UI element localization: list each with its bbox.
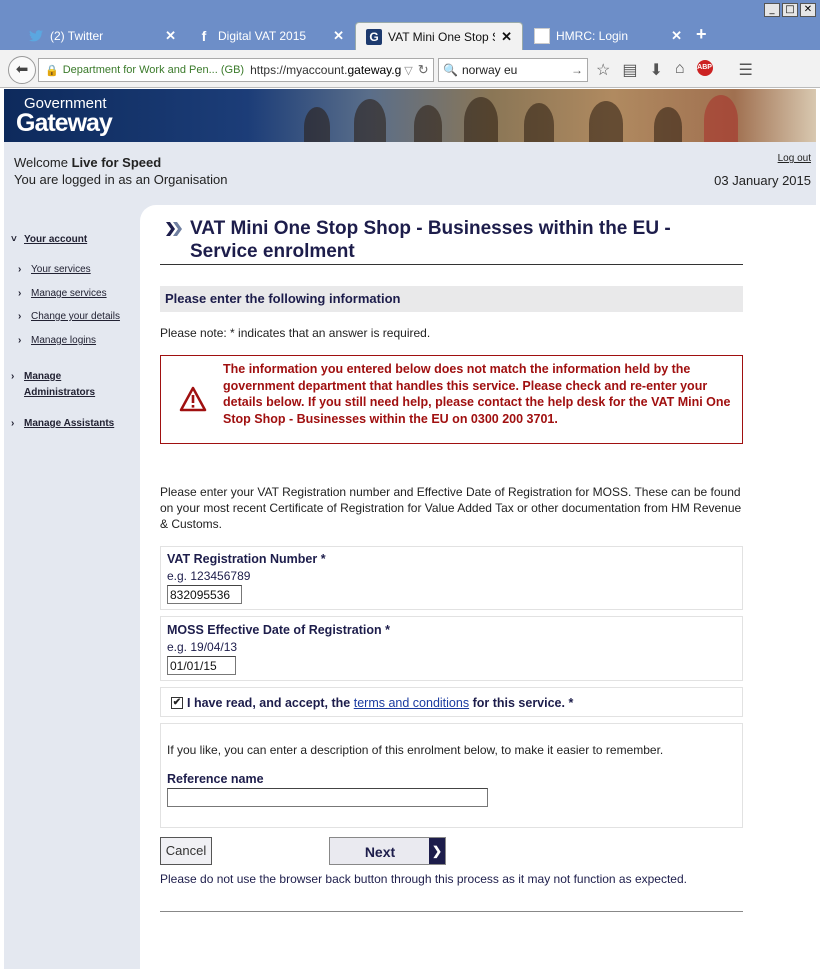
terms-checkbox[interactable]: ✔ bbox=[171, 697, 183, 709]
new-tab-icon[interactable]: + bbox=[696, 24, 707, 45]
reference-name-label: Reference name bbox=[167, 772, 264, 786]
tab-close-icon[interactable]: ✕ bbox=[501, 29, 512, 45]
current-date: 03 January 2015 bbox=[714, 173, 811, 188]
search-icon: 🔍 bbox=[443, 63, 458, 77]
twitter-icon bbox=[28, 28, 44, 44]
search-input[interactable]: norway eu bbox=[462, 63, 517, 77]
vat-registration-field: VAT Registration Number * e.g. 123456789 bbox=[160, 546, 743, 610]
minimize-icon[interactable]: _ bbox=[764, 3, 780, 17]
url-bar[interactable]: 🔒 Department for Work and Pen... (GB) ht… bbox=[38, 58, 434, 82]
moss-date-input[interactable] bbox=[167, 656, 236, 675]
tab-close-icon[interactable]: ✕ bbox=[333, 28, 344, 44]
moss-date-label: MOSS Effective Date of Registration * bbox=[167, 623, 390, 637]
terms-row: ✔ I have read, and accept, the terms and… bbox=[160, 687, 743, 717]
close-window-icon[interactable]: ✕ bbox=[800, 3, 816, 17]
back-arrow-icon[interactable]: ⬅ bbox=[8, 56, 36, 84]
logo-text-gateway: Gateway bbox=[16, 109, 113, 137]
sidebar-item-change-details[interactable]: › Change your details bbox=[18, 311, 120, 322]
search-go-arrow-icon[interactable]: → bbox=[571, 63, 583, 77]
tab-twitter[interactable]: (2) Twitter ✕ bbox=[18, 22, 186, 50]
maximize-icon[interactable]: □ bbox=[782, 3, 798, 17]
chevron-right-icon: › bbox=[11, 418, 15, 429]
chevron-right-icon: ❯ bbox=[429, 838, 445, 864]
chevron-right-icon: › bbox=[18, 311, 22, 322]
sidebar-item-manage-logins[interactable]: › Manage logins bbox=[18, 335, 96, 346]
sidebar-item-your-account[interactable]: ˅ Your account bbox=[11, 234, 87, 245]
reference-name-input[interactable] bbox=[167, 788, 488, 807]
facebook-icon: f bbox=[201, 28, 207, 44]
window-titlebar: _ □ ✕ bbox=[0, 0, 820, 22]
menu-hamburger-icon[interactable]: ☰ bbox=[739, 60, 753, 80]
home-icon[interactable]: ⌂ bbox=[675, 60, 685, 80]
chevron-right-icon: › bbox=[18, 335, 22, 346]
page-body: Government Gateway Welcome Live for Spee… bbox=[4, 89, 816, 969]
adblock-plus-icon[interactable]: ABP bbox=[696, 60, 713, 76]
back-button-warning: Please do not use the browser back butto… bbox=[160, 872, 687, 886]
site-identity[interactable]: Department for Work and Pen... (GB) bbox=[63, 64, 244, 76]
vat-registration-input[interactable] bbox=[167, 585, 242, 604]
reference-field: If you like, you can enter a description… bbox=[160, 723, 743, 828]
download-arrow-icon[interactable]: ⬇ bbox=[649, 60, 662, 80]
required-note: Please note: * indicates that an answer … bbox=[160, 326, 431, 340]
intro-text: Please enter your VAT Registration numbe… bbox=[160, 485, 742, 531]
tab-digital-vat[interactable]: f Digital VAT 2015 ✕ bbox=[186, 22, 354, 50]
main-content: VAT Mini One Stop Shop - Businesses with… bbox=[140, 205, 816, 969]
error-box: The information you entered below does n… bbox=[160, 355, 743, 444]
moss-date-field: MOSS Effective Date of Registration * e.… bbox=[160, 616, 743, 681]
tab-hmrc-login[interactable]: HMRC: Login ✕ bbox=[524, 22, 692, 50]
tab-close-icon[interactable]: ✕ bbox=[165, 28, 176, 44]
sidebar-item-manage-administrators[interactable]: › Manage Administrators bbox=[11, 369, 95, 401]
reading-list-icon[interactable]: ▤ bbox=[622, 60, 637, 80]
title-divider bbox=[160, 264, 743, 265]
tab-close-icon[interactable]: ✕ bbox=[671, 28, 682, 44]
gateway-icon: G bbox=[366, 28, 382, 45]
tab-vat-moss[interactable]: G VAT Mini One Stop S... ✕ bbox=[355, 22, 523, 50]
warning-triangle-icon bbox=[179, 386, 207, 412]
search-bar[interactable]: 🔍 norway eu → bbox=[438, 58, 588, 82]
padlock-icon: 🔒 bbox=[45, 64, 59, 77]
sidebar-item-manage-assistants[interactable]: › Manage Assistants bbox=[11, 418, 114, 429]
bookmark-star-icon[interactable]: ☆ bbox=[596, 60, 610, 80]
sidebar-item-manage-services[interactable]: › Manage services bbox=[18, 288, 107, 299]
page-title: VAT Mini One Stop Shop - Businesses with… bbox=[190, 218, 671, 262]
chevron-right-icon: › bbox=[18, 264, 22, 275]
next-button[interactable]: Next ❯ bbox=[329, 837, 446, 865]
chevron-down-icon: ˅ bbox=[11, 234, 17, 245]
welcome-message: Welcome Live for Speed bbox=[14, 155, 162, 170]
vat-registration-hint: e.g. 123456789 bbox=[167, 569, 251, 583]
logged-in-status: You are logged in as an Organisation bbox=[14, 172, 228, 187]
url-text[interactable]: https://myaccount.gateway.g bbox=[250, 63, 401, 77]
navigation-bar: ⬅ 🔒 Department for Work and Pen... (GB) … bbox=[0, 50, 820, 88]
error-message: The information you entered below does n… bbox=[223, 362, 731, 426]
moss-date-hint: e.g. 19/04/13 bbox=[167, 640, 238, 654]
cancel-button[interactable]: Cancel bbox=[160, 837, 212, 865]
chevron-right-icon: › bbox=[11, 371, 15, 382]
description-text: If you like, you can enter a description… bbox=[167, 743, 664, 757]
url-dropdown-icon[interactable]: ▽ bbox=[401, 64, 415, 77]
reload-icon[interactable]: ↻ bbox=[416, 62, 433, 78]
vat-registration-label: VAT Registration Number * bbox=[167, 552, 326, 566]
sidebar-item-your-services[interactable]: › Your services bbox=[18, 264, 91, 275]
section-heading: Please enter the following information bbox=[160, 286, 743, 312]
gateway-banner: Government Gateway bbox=[4, 89, 816, 142]
blank-page-icon bbox=[534, 28, 550, 44]
logout-link[interactable]: Log out bbox=[778, 153, 811, 164]
bottom-divider bbox=[160, 911, 743, 912]
terms-label: I have read, and accept, the terms and c… bbox=[187, 696, 574, 710]
chevron-right-icon: › bbox=[18, 288, 22, 299]
service-chevrons-icon bbox=[164, 219, 184, 239]
terms-link[interactable]: terms and conditions bbox=[354, 696, 469, 710]
